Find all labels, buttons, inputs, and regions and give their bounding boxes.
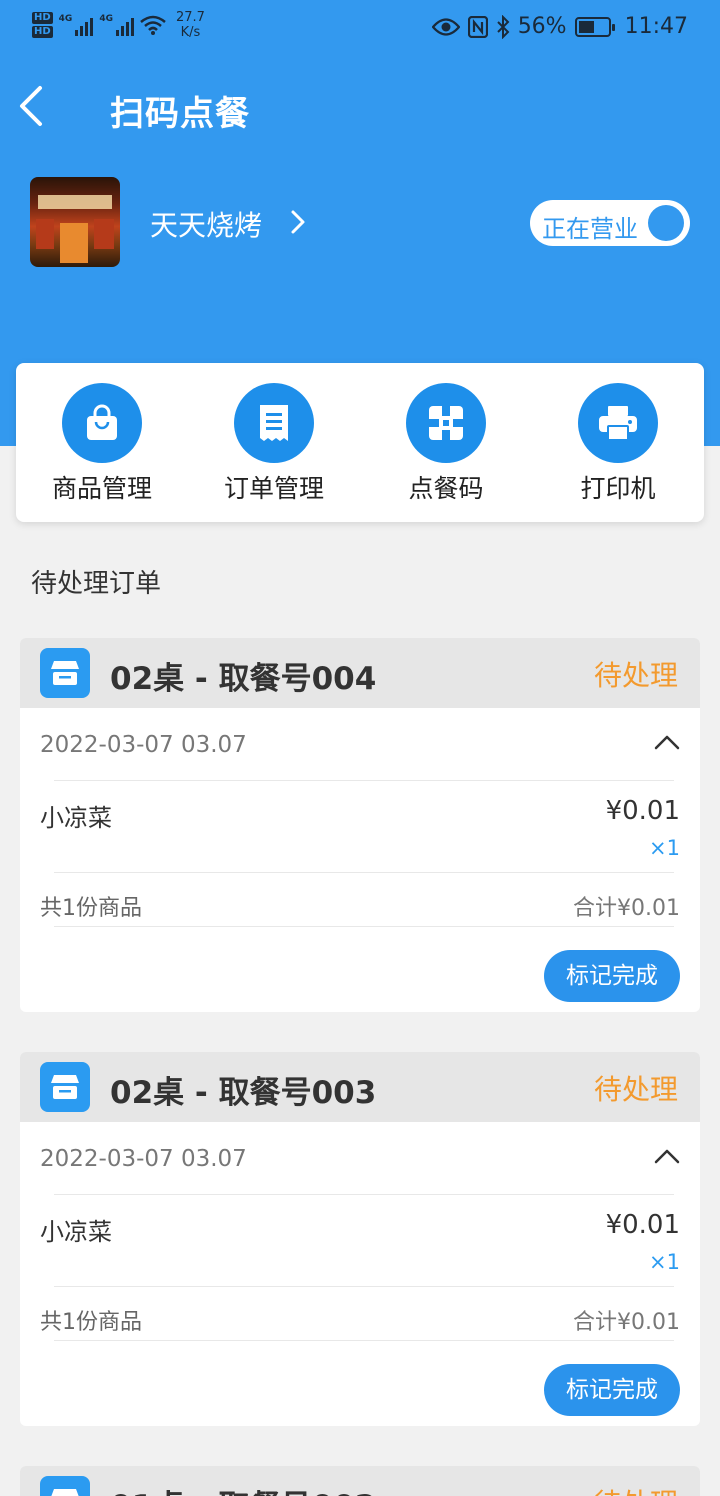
business-status-label: 正在营业 bbox=[542, 215, 638, 243]
divider bbox=[54, 926, 674, 927]
page-title: 扫码点餐 bbox=[110, 94, 250, 134]
menu-item-label: 商品管理 bbox=[51, 474, 152, 503]
order-card: 02桌 - 取餐号004 待处理 2022-03-07 03.07 小凉菜 ¥0… bbox=[20, 638, 700, 1012]
wifi-icon bbox=[140, 15, 166, 35]
order-header: 01桌 - 取餐号002 待处理 bbox=[20, 1466, 700, 1496]
chevron-up-icon bbox=[654, 735, 680, 750]
order-time: 2022-03-07 03.07 bbox=[40, 1146, 247, 1172]
item-quantity: ×1 bbox=[649, 1250, 680, 1274]
receipt-icon bbox=[234, 383, 314, 463]
qr-code-icon bbox=[406, 383, 486, 463]
signal-icon-2: 4G bbox=[99, 14, 134, 36]
divider bbox=[54, 1194, 674, 1195]
item-price: ¥0.01 bbox=[605, 796, 680, 826]
mark-complete-button[interactable]: 标记完成 bbox=[544, 1364, 680, 1416]
divider bbox=[54, 872, 674, 873]
network-type-1: 4G bbox=[58, 14, 73, 24]
status-bar: HD HD 4G 4G 27.7 K/s 56% 11:47 bbox=[0, 0, 720, 58]
bluetooth-icon bbox=[496, 14, 510, 39]
order-status-badge: 待处理 bbox=[593, 1073, 678, 1106]
battery-icon bbox=[574, 16, 615, 37]
order-card: 02桌 - 取餐号003 待处理 2022-03-07 03.07 小凉菜 ¥0… bbox=[20, 1052, 700, 1426]
menu-item-label: 点餐码 bbox=[408, 474, 484, 503]
store-icon bbox=[40, 1062, 90, 1112]
menu-item-qrcode[interactable]: 点餐码 bbox=[360, 363, 532, 522]
mark-complete-button[interactable]: 标记完成 bbox=[544, 950, 680, 1002]
back-button[interactable] bbox=[14, 84, 54, 128]
nfc-icon bbox=[467, 15, 488, 38]
order-title: 02桌 - 取餐号003 bbox=[110, 1075, 377, 1111]
collapse-button[interactable] bbox=[654, 734, 680, 754]
order-total: 合计¥0.01 bbox=[573, 1310, 680, 1335]
item-count: 共1份商品 bbox=[40, 896, 142, 921]
order-status-badge: 待处理 bbox=[594, 1482, 678, 1496]
chevron-right-icon bbox=[291, 210, 305, 234]
network-speed: 27.7 K/s bbox=[175, 10, 205, 40]
shop-detail-link[interactable] bbox=[288, 208, 308, 240]
quick-menu: 商品管理 订单管理 点餐码 打印机 bbox=[16, 363, 704, 522]
item-count: 共1份商品 bbox=[40, 1310, 142, 1335]
network-type-2: 4G bbox=[99, 14, 113, 24]
shop-name[interactable]: 天天烧烤 bbox=[150, 204, 262, 244]
divider bbox=[54, 1340, 674, 1341]
order-title: 02桌 - 取餐号004 bbox=[110, 661, 377, 697]
divider bbox=[54, 780, 674, 781]
item-quantity: ×1 bbox=[649, 836, 680, 860]
chevron-up-icon bbox=[654, 1149, 680, 1164]
order-header: 02桌 - 取餐号003 待处理 bbox=[20, 1052, 700, 1122]
menu-item-label: 订单管理 bbox=[223, 474, 324, 503]
signal-icon-1: 4G bbox=[59, 14, 94, 36]
order-status-badge: 待处理 bbox=[593, 659, 678, 692]
battery-percent: 56% bbox=[517, 14, 567, 39]
toggle-knob bbox=[648, 205, 684, 241]
store-icon bbox=[40, 1476, 90, 1496]
menu-item-label: 打印机 bbox=[580, 474, 656, 503]
order-title: 01桌 - 取餐号002 bbox=[110, 1481, 376, 1496]
order-body: 2022-03-07 03.07 小凉菜 ¥0.01 ×1 共1份商品 合计¥0… bbox=[20, 1122, 700, 1426]
store-icon bbox=[40, 648, 90, 698]
back-arrow-icon bbox=[20, 86, 42, 126]
item-name: 小凉菜 bbox=[40, 804, 112, 832]
hd-badge-1: HD bbox=[32, 12, 53, 24]
printer-icon bbox=[578, 383, 658, 463]
menu-item-products[interactable]: 商品管理 bbox=[16, 363, 188, 522]
clock: 11:47 bbox=[624, 14, 688, 39]
shop-avatar[interactable] bbox=[30, 177, 120, 267]
order-time: 2022-03-07 03.07 bbox=[40, 732, 247, 758]
order-body: 2022-03-07 03.07 小凉菜 ¥0.01 ×1 共1份商品 合计¥0… bbox=[20, 708, 700, 1012]
item-name: 小凉菜 bbox=[40, 1218, 112, 1246]
item-price: ¥0.01 bbox=[605, 1210, 680, 1240]
eye-icon bbox=[431, 17, 460, 36]
business-status-toggle[interactable]: 正在营业 bbox=[530, 200, 690, 246]
section-title: 待处理订单 bbox=[31, 569, 162, 599]
menu-item-printer[interactable]: 打印机 bbox=[532, 363, 704, 522]
order-card: 01桌 - 取餐号002 待处理 bbox=[20, 1466, 700, 1496]
order-total: 合计¥0.01 bbox=[573, 896, 680, 921]
shopping-bag-icon bbox=[62, 383, 142, 463]
order-header: 02桌 - 取餐号004 待处理 bbox=[20, 638, 700, 708]
divider bbox=[54, 1286, 674, 1287]
collapse-button[interactable] bbox=[654, 1148, 680, 1168]
hd-badge-2: HD bbox=[32, 26, 53, 38]
menu-item-orders[interactable]: 订单管理 bbox=[188, 363, 360, 522]
